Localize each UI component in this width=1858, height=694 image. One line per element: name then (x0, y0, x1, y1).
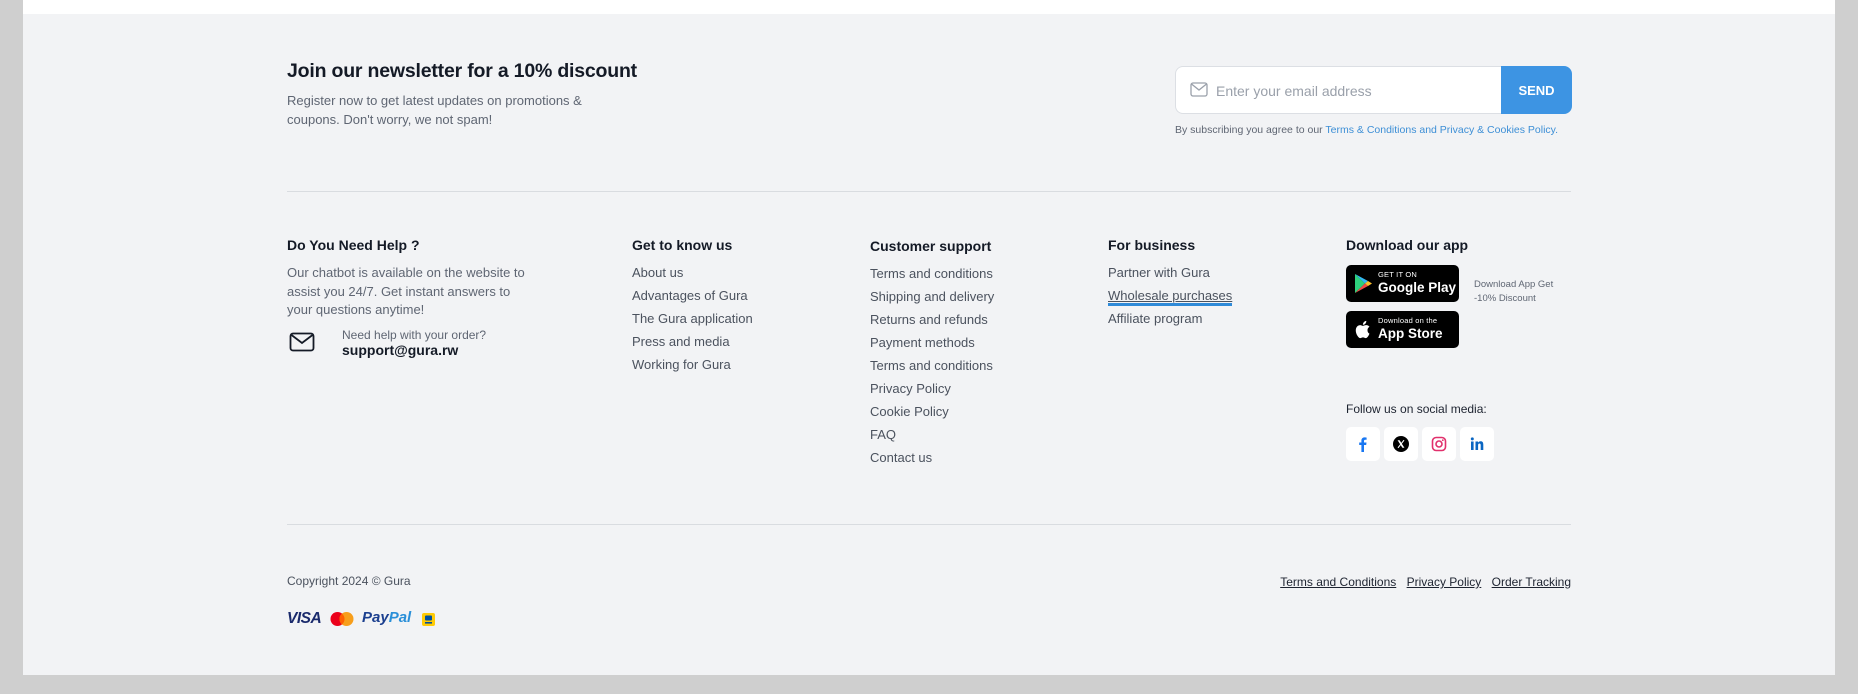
list-item: Terms and conditions (870, 266, 994, 289)
divider-bottom (287, 524, 1571, 525)
order-tracking-link[interactable]: Order Tracking (1492, 575, 1571, 589)
app-column: Download our app GET IT ON Google Play D… (1346, 237, 1571, 477)
footer-link[interactable]: Payment methods (870, 335, 975, 350)
column-customer-support: Customer support Terms and conditions Sh… (870, 238, 994, 473)
footer-link[interactable]: Working for Gura (632, 357, 731, 372)
help-title: Do You Need Help ? (287, 237, 420, 253)
linkedin-link[interactable] (1460, 427, 1494, 461)
apple-icon (1355, 320, 1370, 339)
email-field-wrapper[interactable] (1175, 66, 1502, 114)
facebook-link[interactable] (1346, 427, 1380, 461)
google-play-small: GET IT ON (1378, 270, 1418, 279)
google-play-label: Google Play (1378, 280, 1457, 295)
google-play-button[interactable]: GET IT ON Google Play (1346, 265, 1459, 302)
newsletter-form: SEND (1175, 66, 1572, 114)
mail-icon (1190, 82, 1208, 97)
terms-policy-link[interactable]: Terms & Conditions and Privacy & Cookies… (1325, 124, 1558, 136)
footer-page: Join our newsletter for a 10% discount R… (23, 0, 1835, 675)
list-item: Returns and refunds (870, 312, 994, 335)
list-item-active: Wholesale purchases (1108, 288, 1233, 311)
help-description: Our chatbot is available on the website … (287, 265, 525, 317)
footer-link[interactable]: Contact us (870, 450, 932, 465)
list-item: Partner with Gura (1108, 265, 1232, 288)
column-title: Get to know us (632, 237, 733, 253)
link-list: Partner with Gura Wholesale purchases Af… (1108, 265, 1233, 334)
list-item: Press and media (632, 334, 753, 357)
mobile-money-icon (422, 613, 435, 626)
app-store-small: Download on the (1378, 316, 1438, 325)
list-item: Terms and conditions (870, 358, 994, 381)
list-item: Advantages of Gura (632, 288, 753, 311)
paypal-word-b: Pal (388, 609, 412, 626)
footer-link[interactable]: Terms and conditions (870, 266, 993, 281)
column-title: For business (1108, 237, 1196, 253)
send-button[interactable]: SEND (1501, 66, 1572, 114)
footer-link[interactable]: Affiliate program (1108, 311, 1202, 326)
footer-link[interactable]: Cookie Policy (870, 404, 949, 419)
paypal-icon: PayPal (362, 609, 411, 626)
list-item: Contact us (870, 450, 994, 473)
support-contact: Need help with your order? support@gura.… (287, 328, 527, 360)
link-list: About us Advantages of Gura The Gura app… (632, 265, 753, 380)
column-title: Customer support (870, 238, 992, 254)
support-question: Need help with your order? (342, 327, 487, 342)
instagram-link[interactable] (1422, 427, 1456, 461)
list-item: FAQ (870, 427, 994, 450)
footer-link[interactable]: About us (632, 265, 683, 280)
list-item: Shipping and delivery (870, 289, 994, 312)
column-get-to-know-us: Get to know us About us Advantages of Gu… (632, 237, 753, 380)
linkedin-icon (1470, 437, 1484, 450)
divider-top (287, 191, 1571, 192)
column-for-business: For business Partner with Gura Wholesale… (1108, 237, 1233, 334)
social-follow-label: Follow us on social media: (1346, 402, 1487, 416)
newsletter-description: Register now to get latest updates on pr… (287, 93, 582, 127)
x-link[interactable] (1384, 427, 1418, 461)
mastercard-icon (330, 612, 354, 626)
terms-link[interactable]: Terms and Conditions (1280, 575, 1396, 589)
list-item: Working for Gura (632, 357, 753, 380)
facebook-icon (1359, 437, 1367, 452)
app-store-label: App Store (1378, 326, 1443, 341)
list-item: Privacy Policy (870, 381, 994, 404)
support-email[interactable]: support@gura.rw (342, 342, 458, 358)
email-input[interactable] (1214, 77, 1498, 105)
list-item: About us (632, 265, 753, 288)
list-item: Affiliate program (1108, 311, 1232, 334)
footer-link[interactable]: Shipping and delivery (870, 289, 994, 304)
newsletter-title: Join our newsletter for a 10% discount (287, 60, 637, 82)
list-item: Payment methods (870, 335, 994, 358)
link-list: Terms and conditions Shipping and delive… (870, 266, 994, 473)
footer-container: Join our newsletter for a 10% discount R… (287, 0, 1572, 675)
envelope-icon (289, 332, 315, 351)
footer-link[interactable]: Advantages of Gura (632, 288, 748, 303)
footer-link[interactable]: The Gura application (632, 311, 753, 326)
app-store-button[interactable]: Download on the App Store (1346, 311, 1459, 348)
privacy-link[interactable]: Privacy Policy (1407, 575, 1482, 589)
visa-icon: VISA (287, 610, 322, 627)
terms-prefix: By subscribing you agree to our (1175, 124, 1323, 136)
list-item: The Gura application (632, 311, 753, 334)
footer-link[interactable]: Partner with Gura (1108, 265, 1210, 280)
copyright-text: Copyright 2024 © Gura (287, 574, 411, 588)
app-title: Download our app (1346, 237, 1469, 253)
list-item: Cookie Policy (870, 404, 994, 427)
footer-link[interactable]: FAQ (870, 427, 896, 442)
app-discount-note: Download App Get -10% Discount (1474, 279, 1554, 304)
footer-link[interactable]: Press and media (632, 334, 730, 349)
paypal-word-a: Pay (362, 609, 389, 626)
instagram-icon (1431, 436, 1447, 452)
legal-links: Terms and Conditions Privacy Policy Orde… (1273, 575, 1571, 589)
footer-link-hovered[interactable]: Wholesale purchases (1108, 288, 1233, 306)
newsletter-terms: By subscribing you agree to our Terms & … (1175, 124, 1558, 136)
footer-link[interactable]: Privacy Policy (870, 381, 951, 396)
footer-link[interactable]: Terms and conditions (870, 358, 993, 373)
footer-link[interactable]: Returns and refunds (870, 312, 988, 327)
x-twitter-icon (1393, 436, 1409, 452)
google-play-icon (1355, 274, 1372, 293)
help-column: Do You Need Help ? Our chatbot is availa… (287, 237, 527, 360)
